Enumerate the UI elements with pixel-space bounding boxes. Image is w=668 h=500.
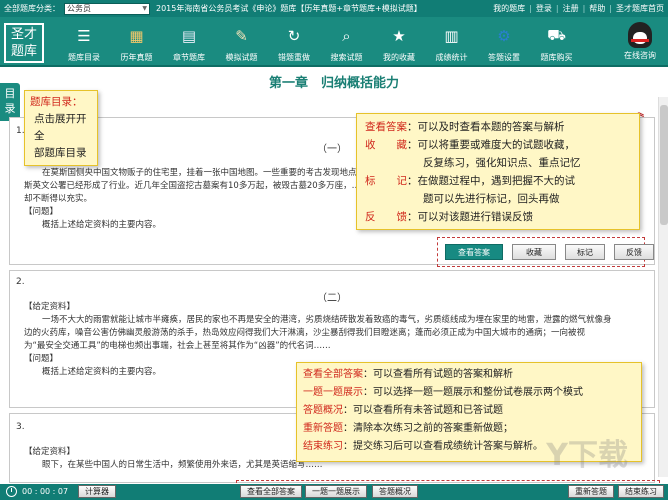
star-icon: ★ bbox=[392, 27, 406, 45]
redo-icon: ↻ bbox=[287, 27, 301, 45]
top-links: 我的题库 | 登录 | 注册 | 帮助 | 圣才题库首页 bbox=[493, 3, 664, 14]
toolbar-button-7[interactable]: ▥ 成绩统计 bbox=[426, 20, 478, 65]
toolbar-button-label: 模拟试题 bbox=[225, 53, 258, 62]
toolbar-button-label: 答题设置 bbox=[488, 53, 520, 62]
toolbar-button-2[interactable]: ▤ 章节题库 bbox=[163, 20, 215, 65]
question-actions: 查看答案 收藏 标记 反馈 bbox=[445, 244, 654, 260]
logo: 圣才 题库 bbox=[4, 23, 44, 63]
link-home[interactable]: 圣才题库首页 bbox=[616, 3, 664, 14]
scrollbar-thumb[interactable] bbox=[660, 105, 668, 225]
link-my-bank[interactable]: 我的题库 bbox=[493, 3, 525, 14]
link-register[interactable]: 注册 bbox=[563, 3, 579, 14]
cart-icon: ⛟ bbox=[547, 26, 566, 44]
qq-consult-button[interactable]: 在线咨询 bbox=[620, 20, 660, 61]
app-title: 2015年海南省公务员考试《申论》题库【历年真题+章节题库+模拟试题】 bbox=[156, 4, 422, 13]
toolbar: 圣才 题库 ☰ 题库目录 ▦ 历年真题 ▤ 章节题库 ✎ 模拟试题 ↻ 错题重做 ⌕ 搜索试题 ★ 我的收藏… bbox=[0, 17, 668, 67]
chapter-title: 第一章 归纳概括能力 bbox=[268, 76, 399, 91]
toolbar-button-1[interactable]: ▦ 历年真题 bbox=[111, 20, 163, 65]
overview-button[interactable]: 答题概况 bbox=[372, 485, 418, 498]
one-by-one-button[interactable]: 一题一题展示 bbox=[305, 485, 367, 498]
list-icon: ☰ bbox=[77, 27, 91, 45]
scrollbar[interactable] bbox=[658, 97, 668, 477]
category-value: 公务员 bbox=[67, 4, 91, 13]
calculator-button[interactable]: 计算器 bbox=[78, 485, 116, 498]
watermark-logo: Y下载 bbox=[546, 438, 628, 473]
toolbar-button-label: 历年真题 bbox=[120, 53, 153, 62]
favorite-button[interactable]: 收藏 bbox=[512, 244, 556, 260]
catalog-callout: 题库目录： 点击展开开全 部题库目录 bbox=[24, 90, 98, 166]
link-help[interactable]: 帮助 bbox=[589, 3, 605, 14]
restart-button[interactable]: 重新答题 bbox=[568, 485, 614, 498]
pencil-icon: ✎ bbox=[235, 27, 248, 45]
toolbar-button-4[interactable]: ↻ 错题重做 bbox=[268, 20, 320, 65]
category-label: 全部题库分类： bbox=[4, 4, 60, 13]
clock-icon bbox=[6, 486, 17, 497]
status-bar: 00 : 00 : 07 计算器 查看全部答案 一题一题展示 答题概况 重新答题… bbox=[0, 484, 668, 500]
top-bar: 全部题库分类： 公务员 ▼ 2015年海南省公务员考试《申论》题库【历年真题+章… bbox=[0, 0, 668, 17]
toolbar-button-9[interactable]: ⛟ 题库购买 bbox=[531, 20, 583, 65]
toolbar-button-label: 我的收藏 bbox=[383, 53, 415, 62]
feedback-button[interactable]: 反馈 bbox=[614, 244, 654, 260]
book-icon: ▤ bbox=[181, 27, 197, 45]
toolbar-button-6[interactable]: ★ 我的收藏 bbox=[373, 20, 425, 65]
toolbar-button-label: 题库购买 bbox=[540, 53, 573, 62]
view-answer-button[interactable]: 查看答案 bbox=[445, 244, 503, 260]
chevron-down-icon: ▼ bbox=[142, 5, 147, 12]
toolbar-button-label: 题库目录 bbox=[68, 53, 100, 62]
question-actions-callout: 查看答案：可以及时查看本题的答案与解析 收 藏：可以将重要或难度大的试题收藏， … bbox=[356, 113, 640, 230]
toolbar-button-5[interactable]: ⌕ 搜索试题 bbox=[321, 20, 373, 65]
toolbar-button-label: 错题重做 bbox=[278, 53, 310, 62]
question-number: 3. bbox=[16, 422, 25, 432]
toolbar-button-3[interactable]: ✎ 模拟试题 bbox=[216, 20, 268, 65]
toolbar-button-label: 搜索试题 bbox=[330, 53, 363, 62]
toolbar-button-label: 成绩统计 bbox=[435, 53, 468, 62]
calendar-icon: ▦ bbox=[129, 27, 144, 45]
toolbar-button-0[interactable]: ☰ 题库目录 bbox=[58, 20, 110, 65]
question-number: 2. bbox=[16, 277, 25, 287]
toolbar-button-label: 章节题库 bbox=[173, 53, 205, 62]
gear-icon: ⚙ bbox=[497, 27, 511, 45]
view-all-answers-button[interactable]: 查看全部答案 bbox=[240, 485, 302, 498]
mark-button[interactable]: 标记 bbox=[565, 244, 605, 260]
category-select[interactable]: 公务员 ▼ bbox=[64, 2, 150, 15]
timer: 00 : 00 : 07 bbox=[22, 487, 69, 496]
finish-button[interactable]: 结束练习 bbox=[618, 485, 664, 498]
qq-penguin-icon bbox=[628, 22, 652, 48]
link-login[interactable]: 登录 bbox=[536, 3, 552, 14]
toolbar-button-8[interactable]: ⚙ 答题设置 bbox=[478, 20, 530, 65]
chart-icon: ▥ bbox=[444, 27, 459, 45]
search-icon: ⌕ bbox=[342, 27, 351, 45]
